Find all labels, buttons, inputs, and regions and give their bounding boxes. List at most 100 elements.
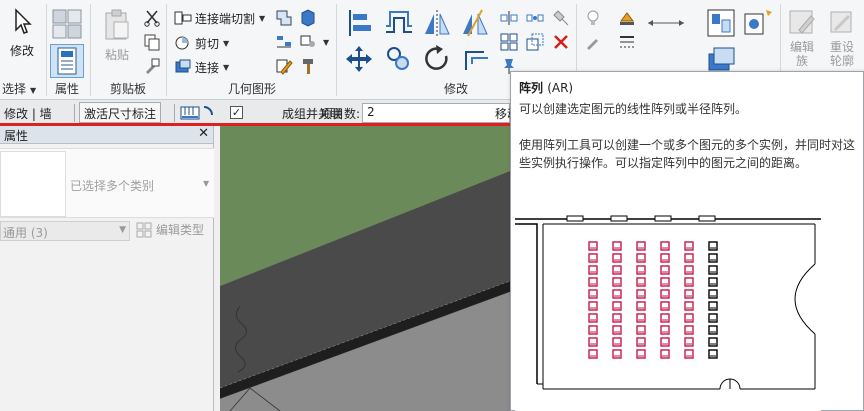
array-seat bbox=[588, 253, 598, 263]
edit-family-button[interactable]: 编辑 族 bbox=[784, 8, 820, 68]
properties-header: 属性 ✕ bbox=[0, 126, 213, 144]
edit-type-button[interactable]: 编辑类型 bbox=[136, 221, 204, 238]
split-face-icon[interactable] bbox=[299, 9, 317, 30]
array-seat bbox=[660, 325, 670, 335]
array-seat bbox=[636, 313, 646, 323]
array-seat bbox=[636, 349, 646, 359]
array-seat bbox=[684, 337, 694, 347]
array-seat bbox=[660, 289, 670, 299]
join-geometry-button[interactable]: 连接 ▼ bbox=[174, 57, 229, 77]
instance-filter-select[interactable]: 通用 (3) ▼ bbox=[0, 221, 130, 241]
split-gap-icon[interactable] bbox=[526, 9, 544, 30]
tooltip-title: 阵列 (AR) bbox=[519, 81, 574, 95]
trim-extend-icon[interactable] bbox=[462, 44, 492, 77]
align-icon[interactable] bbox=[344, 8, 374, 41]
hammer-icon[interactable] bbox=[299, 57, 317, 78]
rotate-icon[interactable] bbox=[422, 44, 452, 77]
reset-profile-button[interactable]: 重设 轮廓 bbox=[824, 8, 860, 68]
unpin-icon[interactable] bbox=[552, 9, 570, 30]
demolish-icon[interactable] bbox=[275, 33, 293, 54]
array-seat bbox=[636, 289, 646, 299]
chevron-down-icon[interactable]: ▼ bbox=[323, 38, 329, 47]
cut-geometry-icon bbox=[175, 36, 189, 50]
array-seat bbox=[588, 337, 598, 347]
array-seat bbox=[588, 301, 598, 311]
array-seat bbox=[708, 313, 718, 323]
array-seat bbox=[612, 301, 622, 311]
array-seat bbox=[708, 289, 718, 299]
cut-icon[interactable] bbox=[143, 9, 161, 30]
paste-button[interactable]: 粘贴 bbox=[97, 8, 137, 63]
move-icon[interactable] bbox=[344, 44, 374, 77]
array-seat bbox=[708, 241, 718, 251]
type-properties-icon[interactable] bbox=[51, 8, 83, 43]
lightbulb-icon[interactable] bbox=[584, 9, 602, 30]
properties-icon bbox=[57, 47, 77, 75]
array-icon[interactable] bbox=[500, 33, 518, 54]
array-seat bbox=[636, 337, 646, 347]
mirror-pick-axis-icon[interactable] bbox=[422, 8, 452, 41]
array-seat bbox=[684, 265, 694, 275]
array-seat bbox=[660, 301, 670, 311]
offset-icon[interactable] bbox=[384, 8, 414, 41]
chevron-down-icon: ▼ bbox=[30, 86, 37, 95]
create-group-icon[interactable] bbox=[706, 8, 736, 41]
array-seat bbox=[708, 265, 718, 275]
chevron-down-icon: ▼ bbox=[119, 225, 126, 235]
array-seat bbox=[588, 325, 598, 335]
clipboard-panel-label: 剪贴板 bbox=[110, 82, 147, 96]
join-cut-button[interactable]: 连接端切割 ▼ bbox=[174, 8, 265, 28]
scale-icon[interactable] bbox=[526, 33, 544, 54]
array-seat bbox=[708, 325, 718, 335]
copy-icon[interactable] bbox=[143, 33, 161, 54]
array-seat bbox=[636, 265, 646, 275]
geometry-panel-label: 几何图形 bbox=[228, 82, 277, 96]
array-seat bbox=[708, 337, 718, 347]
measure-icon[interactable] bbox=[646, 14, 686, 35]
cut-geometry-button[interactable]: 剪切 ▼ bbox=[174, 33, 229, 53]
array-seat bbox=[612, 325, 622, 335]
create-similar-icon[interactable] bbox=[742, 8, 772, 41]
split-element-icon[interactable] bbox=[500, 9, 518, 30]
modify-panel-label: 修改 bbox=[444, 82, 469, 96]
array-seat bbox=[636, 301, 646, 311]
array-seat bbox=[588, 313, 598, 323]
array-seat bbox=[612, 277, 622, 287]
properties-title: 属性 bbox=[4, 129, 29, 143]
array-seat bbox=[660, 349, 670, 359]
type-preview-thumbnail bbox=[0, 151, 66, 217]
array-seat-grid bbox=[588, 241, 718, 359]
mirror-draw-axis-icon[interactable] bbox=[460, 8, 490, 41]
properties-button[interactable] bbox=[50, 44, 84, 78]
join-geometry-icon bbox=[175, 59, 191, 73]
reset-profile-icon bbox=[830, 11, 852, 33]
linework-icon[interactable] bbox=[618, 33, 636, 54]
line-weight-icon[interactable] bbox=[618, 9, 636, 30]
array-seat bbox=[612, 241, 622, 251]
array-seat bbox=[708, 301, 718, 311]
modify-button[interactable]: 修改 bbox=[4, 6, 40, 59]
array-seat bbox=[612, 313, 622, 323]
array-seat bbox=[708, 277, 718, 287]
array-seat bbox=[588, 265, 598, 275]
properties-palette: 属性 ✕ 已选择多个类别 ▼ 通用 (3) ▼ 编辑类型 bbox=[0, 126, 214, 411]
delete-icon[interactable] bbox=[552, 33, 570, 54]
paint-icon[interactable] bbox=[299, 33, 317, 54]
edit-profile-icon[interactable] bbox=[275, 57, 293, 78]
array-seat bbox=[660, 313, 670, 323]
revit-window: 修改 选择 ▼ 属性 粘贴 剪贴板 连接端切割 ▼ 剪切 ▼ 连接 ▼ ▼ 几何… bbox=[0, 0, 864, 411]
array-seat bbox=[612, 337, 622, 347]
wall-joins-icon[interactable] bbox=[275, 9, 293, 30]
copy-elements-icon[interactable] bbox=[384, 44, 414, 77]
close-icon[interactable]: ✕ bbox=[198, 126, 209, 141]
array-seat bbox=[708, 349, 718, 359]
array-seat bbox=[684, 301, 694, 311]
brush-icon[interactable] bbox=[584, 33, 602, 54]
type-selector[interactable]: 已选择多个类别 ▼ bbox=[0, 148, 214, 218]
array-seat bbox=[612, 349, 622, 359]
match-type-icon[interactable] bbox=[143, 57, 161, 78]
array-seat bbox=[684, 313, 694, 323]
array-seat bbox=[588, 289, 598, 299]
array-seat bbox=[636, 277, 646, 287]
select-panel-label[interactable]: 选择 ▼ bbox=[2, 80, 36, 97]
